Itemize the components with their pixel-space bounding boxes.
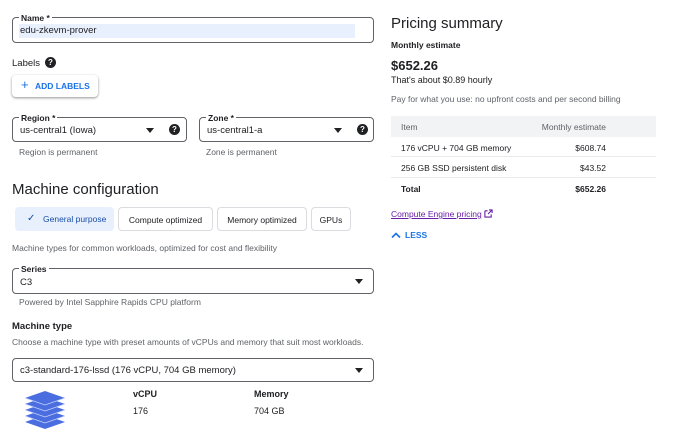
help-icon[interactable]: ? [169, 124, 180, 135]
series-value: C3 [20, 277, 33, 288]
check-icon: ✓ [27, 213, 36, 224]
add-labels-button[interactable]: + ADD LABELS [12, 75, 98, 97]
memory-header: Memory [254, 389, 289, 399]
pricing-link[interactable]: Compute Engine pricing [391, 209, 493, 219]
machine-type-description: Choose a machine type with preset amount… [12, 337, 364, 347]
pricing-hourly: That's about $0.89 hourly [391, 75, 493, 85]
table-total-row: Total $652.26 [391, 178, 656, 199]
less-button[interactable]: LESS [391, 229, 431, 243]
labels-title: Labels [12, 58, 40, 69]
pricing-total: $652.26 [391, 58, 438, 73]
zone-value: us-central1-a [207, 125, 263, 136]
tab-general-purpose[interactable]: ✓ General purpose [15, 207, 114, 231]
add-labels-label: ADD LABELS [35, 81, 90, 91]
table-header-item: Item [401, 122, 418, 132]
tab-label: Compute optimized [128, 215, 203, 225]
zone-hint: Zone is permanent [206, 147, 277, 157]
memory-value: 704 GB [254, 406, 285, 416]
caret-down-icon [334, 128, 342, 133]
tab-description: Machine types for common workloads, opti… [12, 243, 278, 253]
plus-icon: + [21, 77, 29, 92]
series-select[interactable]: Series C3 [12, 264, 374, 294]
machine-type-select[interactable]: c3-standard-176-lssd (176 vCPU, 704 GB m… [12, 358, 374, 382]
name-input[interactable]: edu-zkevm-prover [19, 24, 355, 38]
pricing-table: Item Monthly estimate 176 vCPU + 704 GB … [391, 116, 656, 198]
machine-type-title: Machine type [12, 321, 73, 332]
stacked-layers-icon [24, 391, 66, 429]
tab-label: General purpose [43, 214, 107, 224]
caret-down-icon [355, 279, 363, 284]
tab-gpus[interactable]: GPUs [311, 207, 351, 231]
machine-type-value: c3-standard-176-lssd (176 vCPU, 704 GB m… [20, 365, 236, 376]
region-label: Region * [19, 113, 58, 123]
external-link-icon [484, 209, 493, 218]
series-hint: Powered by Intel Sapphire Rapids CPU pla… [19, 297, 201, 307]
pricing-subtitle: Monthly estimate [391, 40, 461, 50]
region-value: us-central1 (Iowa) [20, 125, 97, 136]
tab-compute-optimized[interactable]: Compute optimized [118, 207, 213, 231]
tab-memory-optimized[interactable]: Memory optimized [217, 207, 307, 231]
row-cost: $608.74 [575, 142, 606, 153]
table-row: 176 vCPU + 704 GB memory $608.74 [391, 137, 656, 157]
region-hint: Region is permanent [19, 147, 98, 157]
table-header-row: Item Monthly estimate [391, 116, 656, 137]
name-field[interactable]: Name * edu-zkevm-prover [12, 13, 374, 43]
table-row: 256 GB SSD persistent disk $43.52 [391, 157, 656, 178]
row-item: Total [401, 183, 421, 194]
region-select[interactable]: Region * us-central1 (Iowa) ? [12, 113, 187, 142]
machine-config-title: Machine configuration [12, 181, 159, 198]
vcpu-value: 176 [133, 406, 149, 416]
row-item: 256 GB SSD persistent disk [401, 163, 507, 173]
table-header-cost: Monthly estimate [541, 122, 606, 132]
less-label: LESS [405, 230, 428, 240]
pricing-link-label: Compute Engine pricing [391, 209, 482, 219]
vcpu-header: vCPU [133, 389, 158, 399]
caret-down-icon [355, 368, 363, 373]
tab-label: Memory optimized [227, 215, 297, 225]
pricing-title: Pricing summary [391, 15, 503, 32]
zone-label: Zone * [206, 113, 236, 123]
tab-label: GPUs [319, 215, 343, 225]
series-label: Series [19, 264, 49, 274]
zone-select[interactable]: Zone * us-central1-a ? [199, 113, 374, 142]
name-value: edu-zkevm-prover [20, 25, 97, 36]
row-cost: $43.52 [580, 163, 606, 173]
caret-down-icon [146, 128, 154, 133]
row-item: 176 vCPU + 704 GB memory [401, 142, 512, 153]
chevron-up-icon [391, 232, 401, 239]
name-label: Name * [19, 13, 52, 23]
row-cost: $652.26 [575, 183, 606, 194]
help-icon[interactable]: ? [45, 57, 56, 68]
help-icon[interactable]: ? [357, 124, 368, 135]
pricing-note: Pay for what you use: no upfront costs a… [391, 94, 621, 104]
